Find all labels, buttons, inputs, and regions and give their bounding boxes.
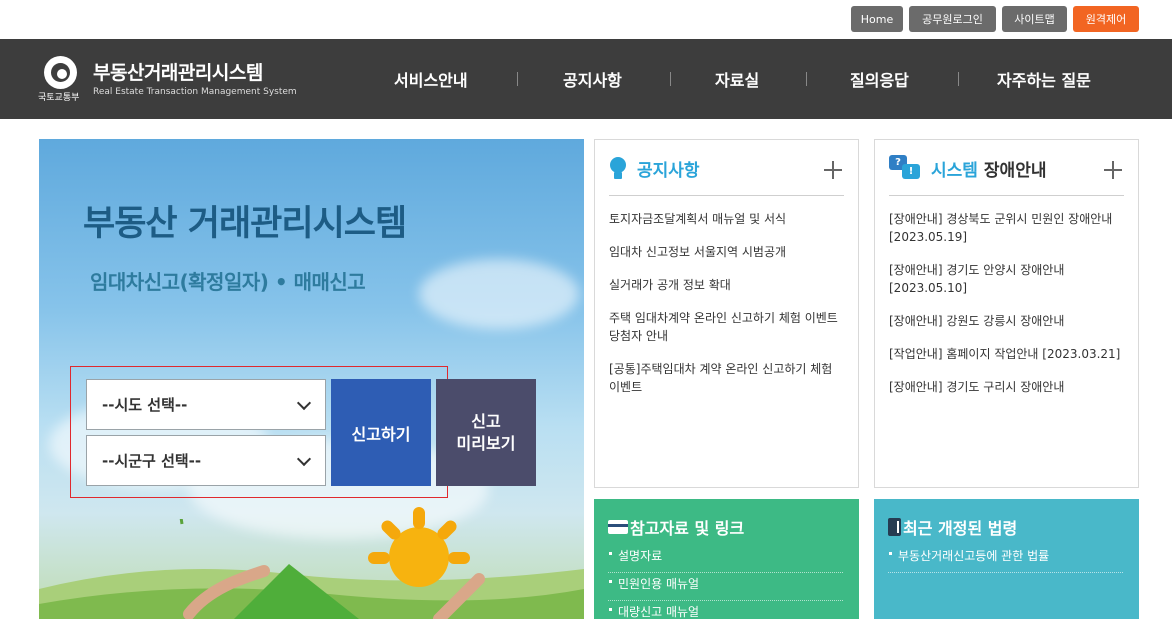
site-header: 국토교통부 부동산거래관리시스템 Real Estate Transaction… — [0, 39, 1172, 119]
notice-panel-header: 공지사항 — [609, 155, 700, 181]
remote-control-button[interactable]: 원격제어 — [1073, 6, 1139, 32]
book-icon — [888, 518, 901, 536]
notice-item[interactable]: 임대차 신고정보 서울지역 시범공개 — [609, 243, 844, 261]
nav-divider — [958, 72, 959, 86]
official-login-button[interactable]: 공무원로그인 — [909, 6, 996, 32]
notice-item[interactable]: 주택 임대차계약 온라인 신고하기 체험 이벤트 당첨자 안내 — [609, 309, 844, 345]
outage-list: [장애안내] 경상북도 군위시 민원인 장애안내 [2023.05.19] [장… — [889, 210, 1124, 411]
chat-bubbles-icon: ?! — [889, 155, 921, 181]
nav-notice[interactable]: 공지사항 — [563, 39, 622, 119]
recent-laws-list: 부동산거래신고등에 관한 법률 — [888, 545, 1123, 573]
nav-divider — [670, 72, 671, 86]
hero-subtitle: 임대차신고(확정일자) • 매매신고 — [90, 270, 366, 294]
chevron-down-icon — [296, 395, 312, 411]
references-link[interactable]: 민원인용 매뉴얼 — [608, 573, 843, 601]
references-link[interactable]: 설명자료 — [608, 545, 843, 573]
references-link[interactable]: 대량신고 매뉴얼 — [608, 601, 843, 619]
card-icon — [608, 520, 628, 534]
recent-laws-header: 최근 개정된 법령 — [888, 515, 1017, 539]
sun-ray — [413, 507, 425, 529]
nav-divider — [517, 72, 518, 86]
outage-item[interactable]: [장애안내] 경기도 안양시 장애안내 [2023.05.10] — [889, 261, 1124, 297]
notice-item[interactable]: [공통]주택임대차 계약 온라인 신고하기 체험 이벤트 — [609, 360, 844, 396]
notice-panel-title: 공지사항 — [637, 160, 700, 181]
sido-select-value: --시도 선택-- — [102, 396, 188, 414]
preview-label-line1: 신고 — [471, 411, 501, 431]
sigungu-select[interactable]: --시군구 선택-- — [86, 435, 326, 486]
notice-panel: 공지사항 토지자금조달계획서 매뉴얼 및 서식 임대차 신고정보 서울지역 시범… — [594, 139, 859, 488]
report-button[interactable]: 신고하기 — [331, 379, 431, 486]
nav-archive[interactable]: 자료실 — [715, 39, 759, 119]
nav-faq[interactable]: 자주하는 질문 — [997, 39, 1091, 119]
outage-panel: ?! 시스템 장애안내 [장애안내] 경상북도 군위시 민원인 장애안내 [20… — [874, 139, 1139, 488]
outage-item[interactable]: [장애안내] 경상북도 군위시 민원인 장애안내 [2023.05.19] — [889, 210, 1124, 246]
utility-bar: Home 공무원로그인 사이트맵 원격제어 — [0, 0, 1172, 39]
outage-item[interactable]: [장애안내] 강원도 강릉시 장애안내 — [889, 312, 1124, 330]
outage-panel-header: ?! 시스템 장애안내 — [889, 155, 1046, 181]
hero-banner: 부동산 거래관리시스템 임대차신고(확정일자) • 매매신고 --시도 선택--… — [39, 139, 584, 619]
notice-more-plus-icon[interactable] — [824, 161, 842, 179]
ministry-name: 국토교통부 — [38, 93, 80, 103]
site-logo-title[interactable]: 부동산거래관리시스템 — [93, 58, 263, 85]
references-list: 설명자료 민원인용 매뉴얼 대량신고 매뉴얼 — [608, 545, 843, 619]
cloud-decoration — [419, 259, 579, 329]
divider — [889, 195, 1124, 196]
hero-title: 부동산 거래관리시스템 — [83, 204, 407, 244]
nav-qna[interactable]: 질의응답 — [850, 39, 909, 119]
sun-ray — [448, 552, 470, 564]
references-title: 참고자료 및 링크 — [630, 519, 745, 538]
notice-item[interactable]: 토지자금조달계획서 매뉴얼 및 서식 — [609, 210, 844, 228]
lightbulb-icon — [609, 155, 627, 181]
recent-laws-title: 최근 개정된 법령 — [903, 519, 1018, 538]
hero-illustration — [39, 519, 584, 619]
references-box: 참고자료 및 링크 설명자료 민원인용 매뉴얼 대량신고 매뉴얼 — [594, 499, 859, 619]
recent-laws-box: 최근 개정된 법령 부동산거래신고등에 관한 법률 — [874, 499, 1139, 619]
outage-item[interactable]: [장애안내] 경기도 구리시 장애안내 — [889, 378, 1124, 396]
preview-label-line2: 미리보기 — [456, 433, 516, 453]
nav-service-guide[interactable]: 서비스안내 — [394, 39, 468, 119]
sitemap-button[interactable]: 사이트맵 — [1002, 6, 1067, 32]
outage-title-accent: 시스템 — [931, 160, 978, 181]
report-preview-button[interactable]: 신고 미리보기 — [436, 379, 536, 486]
sigungu-select-value: --시군구 선택-- — [102, 452, 202, 470]
law-link[interactable]: 부동산거래신고등에 관한 법률 — [888, 545, 1123, 573]
references-header: 참고자료 및 링크 — [608, 515, 744, 539]
notice-item[interactable]: 실거래가 공개 정보 확대 — [609, 276, 844, 294]
home-button[interactable]: Home — [851, 6, 903, 32]
site-logo-subtitle: Real Estate Transaction Management Syste… — [93, 87, 297, 97]
chevron-down-icon — [296, 451, 312, 467]
outage-title-rest: 장애안내 — [983, 160, 1047, 181]
outage-item[interactable]: [작업안내] 홈페이지 작업안내 [2023.03.21] — [889, 345, 1124, 363]
divider — [609, 195, 844, 196]
sun-ray — [368, 552, 390, 564]
nav-divider — [806, 72, 807, 86]
notice-list: 토지자금조달계획서 매뉴얼 및 서식 임대차 신고정보 서울지역 시범공개 실거… — [609, 210, 844, 411]
sido-select[interactable]: --시도 선택-- — [86, 379, 326, 430]
ministry-emblem-icon[interactable] — [44, 56, 77, 89]
outage-more-plus-icon[interactable] — [1104, 161, 1122, 179]
